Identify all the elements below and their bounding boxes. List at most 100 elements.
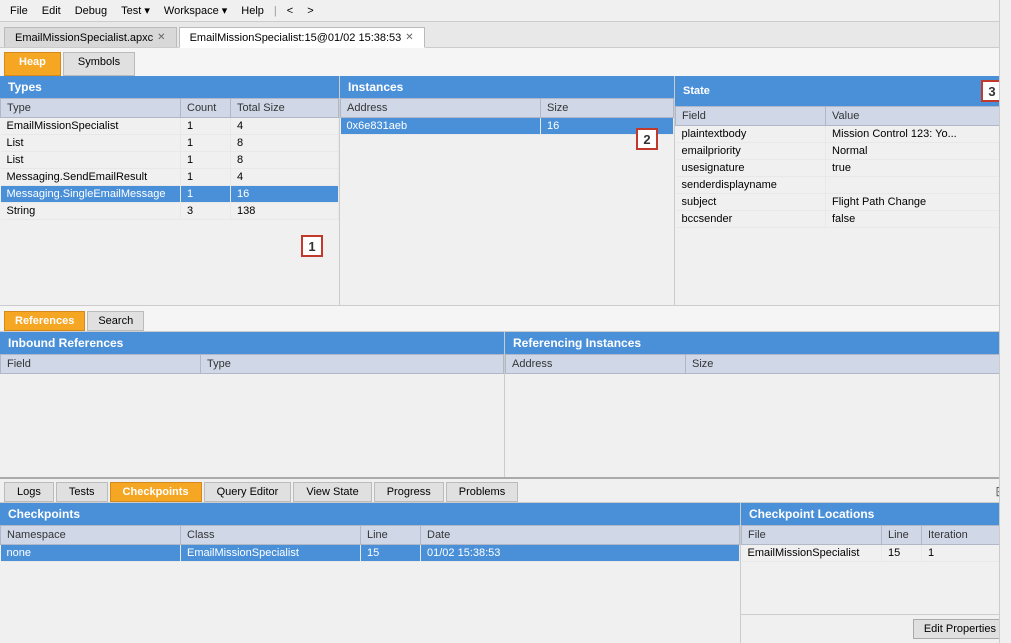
- types-panel: Types Type Count Total Size EmailMission…: [0, 76, 340, 305]
- field-cell: senderdisplayname: [676, 177, 826, 194]
- menu-edit[interactable]: Edit: [36, 3, 67, 19]
- table-row[interactable]: subject Flight Path Change: [676, 194, 1011, 211]
- tab-apxc-close[interactable]: ✕: [157, 32, 165, 43]
- file-cell: EmailMissionSpecialist: [742, 545, 882, 562]
- value-cell: Mission Control 123: Yo...: [826, 126, 1011, 143]
- inbound-panel: Inbound References Field Type: [0, 332, 505, 477]
- table-row[interactable]: String 3 138: [1, 203, 339, 220]
- types-col-count: Count: [181, 99, 231, 118]
- table-row[interactable]: List 1 8: [1, 135, 339, 152]
- checkpoints-table-wrapper[interactable]: Namespace Class Line Date none EmailMiss…: [0, 525, 740, 643]
- tab-tests[interactable]: Tests: [56, 482, 108, 502]
- table-row[interactable]: EmailMissionSpecialist 15 1: [742, 545, 1011, 562]
- inbound-table: Field Type: [0, 354, 504, 374]
- tab-debug-session[interactable]: EmailMissionSpecialist:15@01/02 15:38:53…: [179, 27, 425, 48]
- count-cell: 1: [181, 152, 231, 169]
- field-cell: bccsender: [676, 211, 826, 228]
- types-table-wrapper[interactable]: Type Count Total Size EmailMissionSpecia…: [0, 98, 339, 305]
- table-row[interactable]: emailpriority Normal: [676, 143, 1011, 160]
- instances-table-wrapper[interactable]: Address Size 0x6e831aeb 16 2: [340, 98, 674, 305]
- instances-table: Address Size 0x6e831aeb 16: [340, 98, 674, 135]
- ref-search-tabs: References Search: [0, 306, 1011, 332]
- table-row[interactable]: plaintextbody Mission Control 123: Yo...: [676, 126, 1011, 143]
- tab-heap[interactable]: Heap: [4, 52, 61, 76]
- main-content: Types Type Count Total Size EmailMission…: [0, 76, 1011, 643]
- value-cell: [826, 177, 1011, 194]
- referencing-col-size: Size: [686, 355, 1011, 374]
- checkpoints-table: Namespace Class Line Date none EmailMiss…: [0, 525, 740, 562]
- tab-problems[interactable]: Problems: [446, 482, 518, 502]
- ref-panels: Inbound References Field Type Referencin…: [0, 332, 1011, 477]
- type-cell: String: [1, 203, 181, 220]
- cl-col-iteration: Iteration: [922, 526, 1011, 545]
- tab-symbols[interactable]: Symbols: [63, 52, 135, 76]
- edit-properties-button[interactable]: Edit Properties: [913, 619, 1007, 639]
- cp-col-class: Class: [181, 526, 361, 545]
- inbound-table-wrapper[interactable]: Field Type: [0, 354, 504, 477]
- tab-checkpoints[interactable]: Checkpoints: [110, 482, 202, 502]
- tab-references[interactable]: References: [4, 311, 85, 331]
- table-row[interactable]: bccsender false: [676, 211, 1011, 228]
- tab-debug-session-label: EmailMissionSpecialist:15@01/02 15:38:53: [190, 32, 402, 44]
- tab-apxc[interactable]: EmailMissionSpecialist.apxc ✕: [4, 27, 177, 47]
- inbound-col-field: Field: [1, 355, 201, 374]
- address-cell: 0x6e831aeb: [341, 118, 541, 135]
- menu-workspace[interactable]: Workspace ▾: [158, 2, 233, 19]
- menu-debug[interactable]: Debug: [69, 3, 113, 19]
- instances-col-size: Size: [541, 99, 674, 118]
- types-header: Types: [0, 76, 339, 98]
- tab-query-editor[interactable]: Query Editor: [204, 482, 292, 502]
- state-table-wrapper[interactable]: Field Value plaintextbody Mission Contro…: [675, 106, 1011, 305]
- inbound-col-type: Type: [201, 355, 504, 374]
- instances-header: Instances: [340, 76, 674, 98]
- nav-separator: |: [272, 5, 279, 17]
- checkpoints-right: Checkpoint Locations File Line Iteration…: [741, 503, 1011, 643]
- value-cell: false: [826, 211, 1011, 228]
- table-row[interactable]: Messaging.SendEmailResult 1 4: [1, 169, 339, 186]
- table-row[interactable]: usesignature true: [676, 160, 1011, 177]
- field-cell: usesignature: [676, 160, 826, 177]
- tab-debug-session-close[interactable]: ✕: [405, 32, 413, 43]
- state-header-label: State: [683, 85, 710, 97]
- cp-col-namespace: Namespace: [1, 526, 181, 545]
- top-panels: Types Type Count Total Size EmailMission…: [0, 76, 1011, 306]
- menu-file[interactable]: File: [4, 3, 34, 19]
- table-row[interactable]: List 1 8: [1, 152, 339, 169]
- count-cell: 1: [181, 186, 231, 203]
- tab-apxc-label: EmailMissionSpecialist.apxc: [15, 32, 153, 44]
- nav-prev[interactable]: <: [281, 3, 299, 19]
- nav-next[interactable]: >: [301, 3, 319, 19]
- table-row[interactable]: senderdisplayname: [676, 177, 1011, 194]
- referencing-col-address: Address: [506, 355, 686, 374]
- referencing-table-wrapper[interactable]: Address Size: [505, 354, 1011, 477]
- count-cell: 3: [181, 203, 231, 220]
- type-cell: Messaging.SingleEmailMessage: [1, 186, 181, 203]
- value-cell: true: [826, 160, 1011, 177]
- cp-col-date: Date: [421, 526, 740, 545]
- field-cell: plaintextbody: [676, 126, 826, 143]
- menu-help[interactable]: Help: [235, 3, 270, 19]
- table-row[interactable]: Messaging.SingleEmailMessage 1 16: [1, 186, 339, 203]
- checkpoints-header: Checkpoints: [0, 503, 740, 525]
- checkpoints-left: Checkpoints Namespace Class Line Date no…: [0, 503, 741, 643]
- value-cell: Normal: [826, 143, 1011, 160]
- menu-test[interactable]: Test ▾: [115, 2, 156, 19]
- inbound-header: Inbound References: [0, 332, 504, 354]
- tab-search[interactable]: Search: [87, 311, 144, 331]
- table-row[interactable]: 0x6e831aeb 16: [341, 118, 674, 135]
- checkpoint-locations-table-wrapper[interactable]: File Line Iteration EmailMissionSpeciali…: [741, 525, 1011, 614]
- tab-view-state[interactable]: View State: [293, 482, 371, 502]
- type-cell: EmailMissionSpecialist: [1, 118, 181, 135]
- referencing-panel: Referencing Instances Address Size: [505, 332, 1011, 477]
- annotation-1: 1: [301, 235, 323, 257]
- type-cell: Messaging.SendEmailResult: [1, 169, 181, 186]
- checkpoint-locations-table: File Line Iteration EmailMissionSpeciali…: [741, 525, 1011, 562]
- tab-progress[interactable]: Progress: [374, 482, 444, 502]
- scrollbar[interactable]: [999, 0, 1011, 643]
- type-cell: List: [1, 135, 181, 152]
- table-row[interactable]: none EmailMissionSpecialist 15 01/02 15:…: [1, 545, 740, 562]
- table-row[interactable]: EmailMissionSpecialist 1 4: [1, 118, 339, 135]
- cp-col-line: Line: [361, 526, 421, 545]
- line-cell: 15: [361, 545, 421, 562]
- tab-logs[interactable]: Logs: [4, 482, 54, 502]
